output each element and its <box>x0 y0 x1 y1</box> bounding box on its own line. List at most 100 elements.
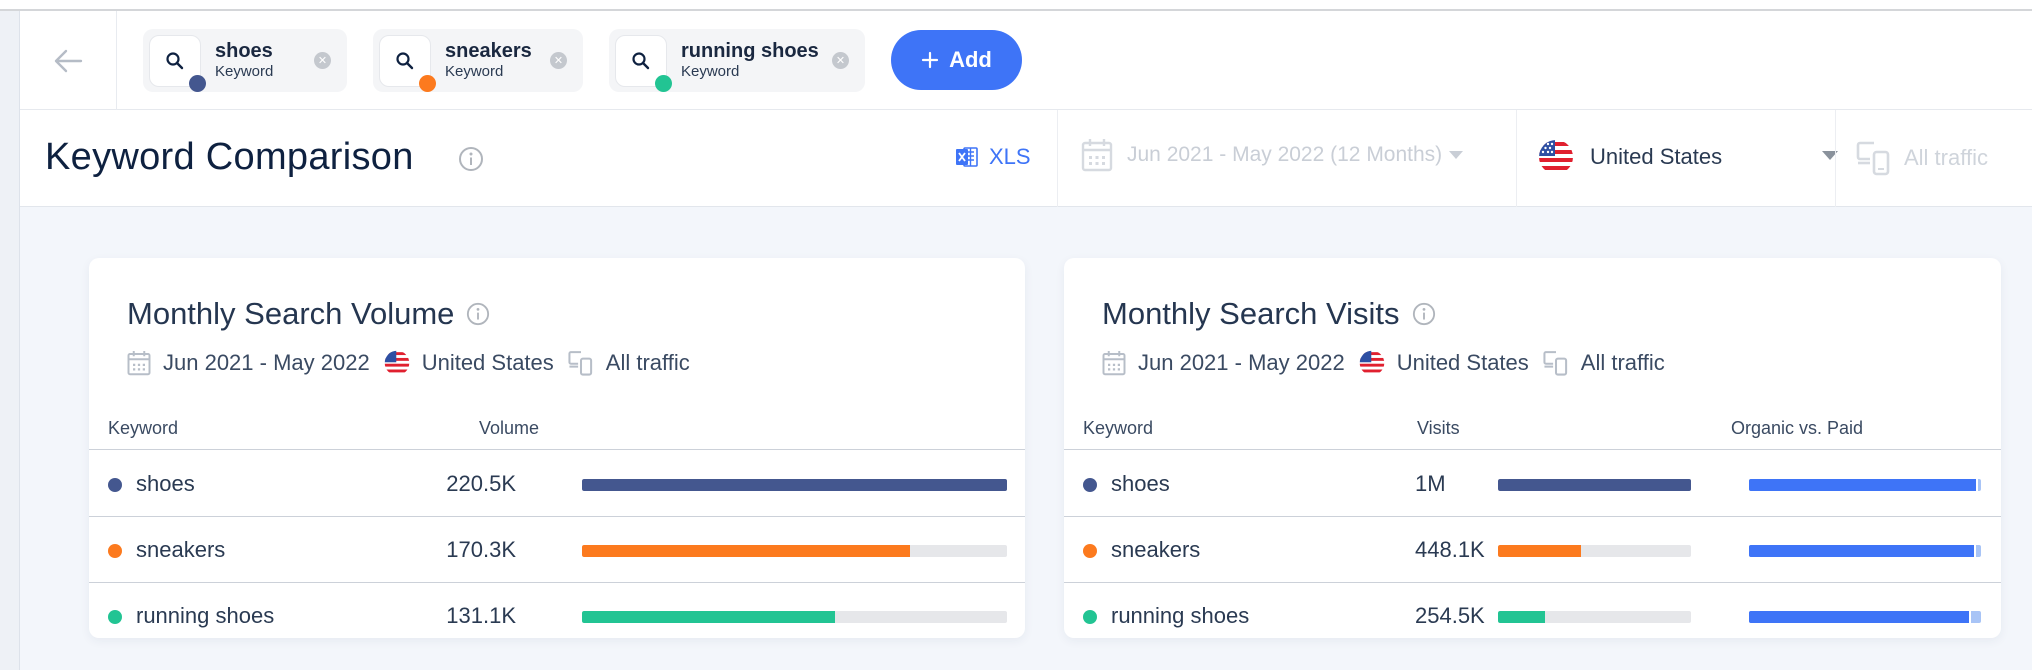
chip-type: Keyword <box>445 62 504 80</box>
keyword-color-dot <box>108 544 122 558</box>
card-country: United States <box>1396 350 1529 375</box>
divider <box>1835 110 1836 207</box>
keyword-chip[interactable]: running shoes Keyword ✕ <box>609 29 865 92</box>
export-label: XLS <box>989 144 1031 169</box>
monthly-search-visits-card: Monthly Search Visits Jun 2021 - May 202… <box>1064 258 2001 638</box>
chip-type: Keyword <box>215 62 274 80</box>
table-row[interactable]: shoes 220.5K <box>89 451 1025 517</box>
column-header-visits[interactable]: Visits <box>1417 418 1460 439</box>
organic-vs-paid-bar <box>1749 611 1981 623</box>
row-keyword[interactable]: shoes <box>136 471 195 497</box>
calendar-icon <box>1102 351 1126 376</box>
page-title: Keyword Comparison <box>45 136 414 178</box>
chip-icon-box <box>149 34 206 92</box>
visits-bar-fill <box>1498 479 1691 491</box>
add-keyword-button[interactable]: Add <box>891 30 1022 90</box>
traffic-selector[interactable]: All traffic <box>1856 140 1988 176</box>
us-flag-icon <box>1359 350 1384 376</box>
table-row[interactable]: sneakers 170.3K <box>89 517 1025 583</box>
chip-icon-box <box>615 34 672 92</box>
keyword-color-dot <box>108 610 122 624</box>
country-label: United States <box>1590 144 1723 169</box>
column-header-keyword: Keyword <box>108 418 179 438</box>
row-keyword[interactable]: sneakers <box>136 537 225 563</box>
keyword-chip-bar: shoes Keyword ✕ sneakers Keyword ✕ runni… <box>20 11 2032 110</box>
row-keyword[interactable]: sneakers <box>1111 537 1200 563</box>
keyword-color-dot <box>419 74 436 92</box>
chip-keyword: running shoes <box>681 39 819 62</box>
column-header-volume[interactable]: Volume <box>479 418 539 439</box>
organic-share-fill <box>1749 545 1977 557</box>
card-country: United States <box>421 350 554 375</box>
devices-icon <box>1856 141 1890 176</box>
keyword-color-dot <box>1083 610 1097 624</box>
table-row[interactable]: shoes 1M <box>1064 451 2001 517</box>
row-keyword[interactable]: running shoes <box>136 603 274 629</box>
keyword-chip[interactable]: sneakers Keyword ✕ <box>373 29 583 92</box>
add-button-label: Add <box>949 47 992 72</box>
remove-chip-icon[interactable]: ✕ <box>314 52 331 69</box>
table-row[interactable]: running shoes 254.5K <box>1064 583 2001 649</box>
devices-icon <box>1543 351 1567 376</box>
info-icon[interactable] <box>1412 302 1436 326</box>
country-selector[interactable]: United States <box>1538 139 1838 175</box>
keyword-color-dot <box>655 74 672 92</box>
remove-chip-icon[interactable]: ✕ <box>832 52 849 69</box>
remove-chip-icon[interactable]: ✕ <box>550 52 567 69</box>
search-icon <box>396 51 414 69</box>
monthly-search-volume-card: Monthly Search Volume Jun 2021 - May 202… <box>89 258 1025 638</box>
chip-keyword: sneakers <box>445 39 532 62</box>
card-traffic: All traffic <box>1580 350 1665 375</box>
table-row[interactable]: running shoes 131.1K <box>89 583 1025 649</box>
visits-bar-fill <box>1498 545 1581 557</box>
date-range-picker[interactable]: Jun 2021 - May 2022 (12 Months) <box>1081 138 1464 172</box>
visits-bar-fill <box>1498 611 1546 623</box>
volume-bar <box>582 479 1007 491</box>
organic-share-fill <box>1749 611 1971 623</box>
info-icon[interactable] <box>466 302 490 326</box>
search-icon <box>166 51 184 69</box>
chip-icon-box <box>379 34 436 92</box>
plus-icon <box>922 51 939 69</box>
volume-bar-fill <box>582 611 835 623</box>
visits-bar <box>1498 611 1691 623</box>
calendar-icon <box>127 351 151 376</box>
card-filters: Jun 2021 - May 2022 United States All tr… <box>127 350 692 376</box>
export-xls-button[interactable]: XLS <box>955 144 1031 170</box>
table-header: Keyword Visits Organic vs. Paid <box>1064 408 2001 450</box>
left-sidebar-strip <box>0 11 20 670</box>
divider <box>1057 110 1058 207</box>
card-date: Jun 2021 - May 2022 <box>1138 350 1345 375</box>
keyword-chip[interactable]: shoes Keyword ✕ <box>143 29 347 92</box>
window-top-border <box>0 0 2032 11</box>
chip-type: Keyword <box>681 62 740 80</box>
table-row[interactable]: sneakers 448.1K <box>1064 517 2001 583</box>
card-title: Monthly Search Volume <box>127 296 455 331</box>
row-volume: 220.5K <box>446 471 516 496</box>
volume-bar-fill <box>582 479 1007 491</box>
back-button[interactable] <box>20 11 117 110</box>
date-range-label: Jun 2021 - May 2022 (12 Months) <box>1127 143 1443 166</box>
volume-bar <box>582 611 1007 623</box>
devices-icon <box>568 351 592 376</box>
keyword-color-dot <box>108 478 122 492</box>
volume-bar-fill <box>582 545 911 557</box>
organic-vs-paid-bar <box>1749 545 1981 557</box>
visits-bar <box>1498 545 1691 557</box>
card-title: Monthly Search Visits <box>1102 296 1400 331</box>
visits-bar <box>1498 479 1691 491</box>
column-header-keyword: Keyword <box>1083 418 1154 438</box>
row-keyword[interactable]: shoes <box>1111 471 1170 497</box>
row-volume: 170.3K <box>446 537 516 562</box>
chip-keyword: shoes <box>215 39 273 62</box>
info-icon[interactable] <box>458 146 484 172</box>
arrow-left-icon <box>54 49 83 72</box>
search-icon <box>632 51 650 69</box>
table-header: Keyword Volume <box>89 408 1025 450</box>
organic-share-fill <box>1749 479 1978 491</box>
row-volume: 131.1K <box>446 603 516 628</box>
caret-down-icon <box>1449 151 1464 159</box>
keyword-color-dot <box>1083 478 1097 492</box>
us-flag-icon <box>384 350 409 376</box>
row-keyword[interactable]: running shoes <box>1111 603 1249 629</box>
